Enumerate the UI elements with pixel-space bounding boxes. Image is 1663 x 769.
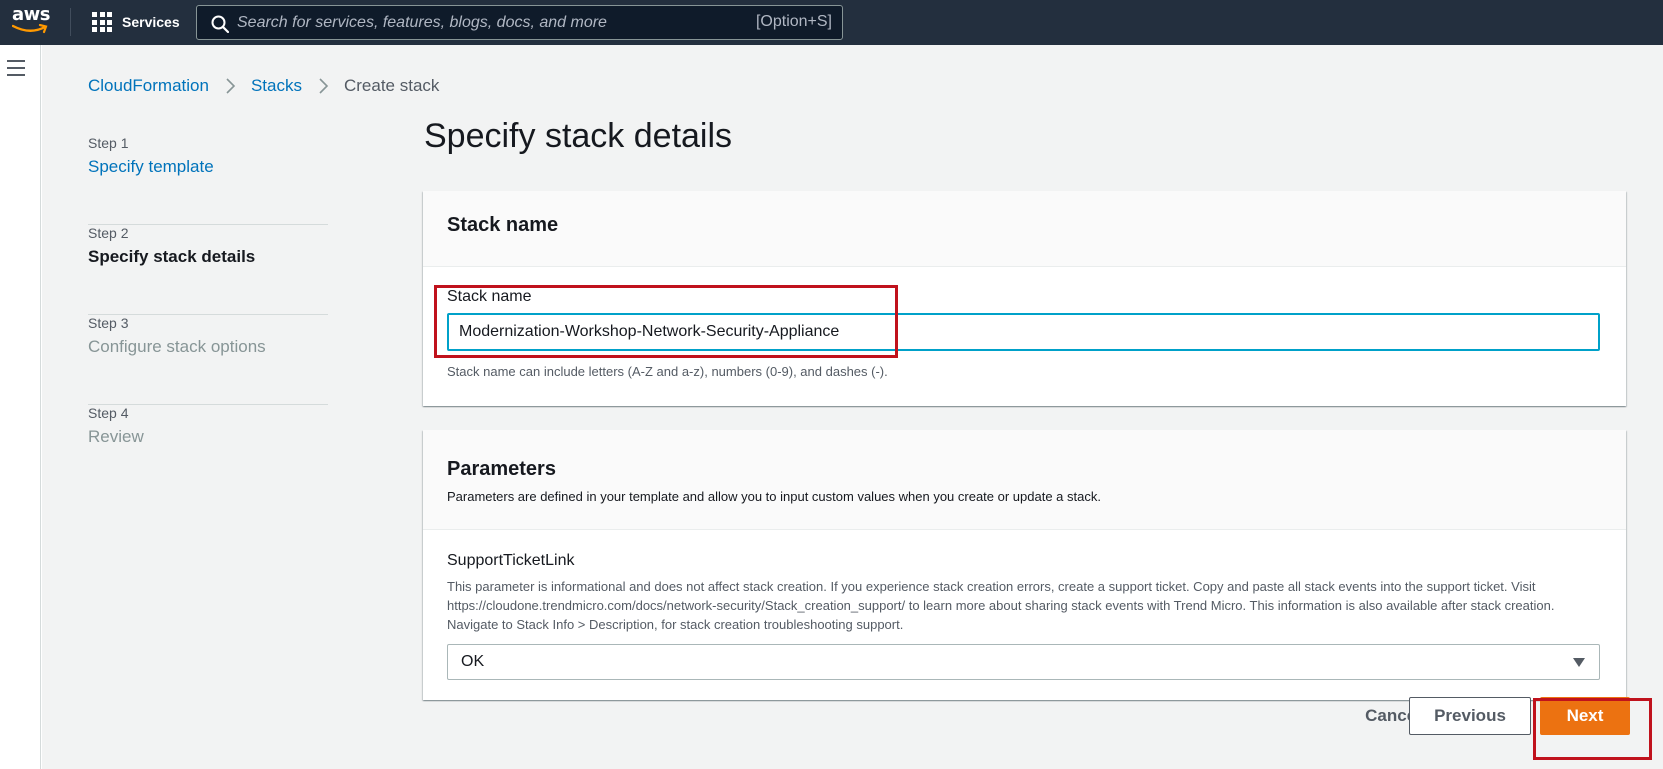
wizard-steps: Step 1 Specify template Step 2 Specify s… (88, 135, 328, 495)
wizard-step-2: Step 2 Specify stack details (88, 225, 328, 315)
aws-logo-text: aws (12, 4, 51, 25)
wizard-step-1: Step 1 Specify template (88, 135, 328, 225)
step-title: Review (88, 427, 144, 446)
wizard-step-4: Step 4 Review (88, 405, 328, 495)
services-menu-button[interactable]: Services (92, 11, 180, 33)
panel-heading: Stack name (447, 214, 559, 236)
step-link-specify-template[interactable]: Specify template (88, 157, 328, 177)
support-ticket-link-select[interactable]: OK (447, 644, 1600, 680)
services-grid-icon (92, 12, 112, 32)
aws-logo[interactable]: aws (12, 6, 56, 38)
search-icon (211, 15, 229, 33)
step-number: Step 2 (88, 225, 129, 241)
search-input[interactable] (237, 6, 737, 39)
global-search[interactable]: [Option+S] (196, 5, 843, 40)
side-navigation-rail (0, 45, 41, 769)
step-number: Step 4 (88, 405, 129, 421)
step-title: Configure stack options (88, 337, 266, 356)
breadcrumb-stacks[interactable]: Stacks (251, 76, 302, 96)
support-ticket-link-description: This parameter is informational and does… (447, 579, 1555, 632)
stack-name-input[interactable] (447, 313, 1600, 351)
chevron-right-icon (319, 78, 329, 94)
panel-header: Parameters Parameters are defined in you… (423, 430, 1626, 530)
wizard-step-3: Step 3 Configure stack options (88, 315, 328, 405)
parameters-panel: Parameters Parameters are defined in you… (423, 430, 1626, 700)
chevron-right-icon (226, 78, 236, 94)
services-label: Services (122, 14, 180, 30)
breadcrumb-cloudformation[interactable]: CloudFormation (88, 76, 209, 96)
step-title-current: Specify stack details (88, 247, 256, 266)
stack-name-panel: Stack name Stack name Stack name can inc… (423, 191, 1626, 406)
step-number: Step 3 (88, 315, 129, 331)
caret-down-icon (1573, 658, 1585, 667)
next-button[interactable]: Next (1540, 697, 1630, 735)
menu-hamburger-icon[interactable] (7, 60, 25, 76)
stack-name-label: Stack name (447, 288, 532, 305)
breadcrumb-current: Create stack (343, 76, 440, 95)
step-number: Step 1 (88, 135, 129, 151)
panel-heading: Parameters (447, 458, 556, 480)
panel-header: Stack name (423, 191, 1626, 267)
page-title: Specify stack details (424, 117, 733, 155)
stack-name-hint: Stack name can include letters (A-Z and … (447, 364, 888, 379)
breadcrumb: CloudFormation Stacks Create stack (88, 76, 439, 96)
nav-divider (70, 8, 71, 36)
panel-description: Parameters are defined in your template … (447, 489, 1101, 504)
top-navigation-bar: aws Services [Option+S] (0, 0, 1663, 45)
aws-smile-icon (12, 24, 48, 34)
previous-button[interactable]: Previous (1409, 697, 1531, 735)
support-ticket-link-label: SupportTicketLink (447, 552, 575, 569)
search-shortcut-hint: [Option+S] (755, 13, 832, 30)
select-value: OK (461, 653, 485, 670)
main-content: CloudFormation Stacks Create stack Step … (42, 45, 1663, 769)
